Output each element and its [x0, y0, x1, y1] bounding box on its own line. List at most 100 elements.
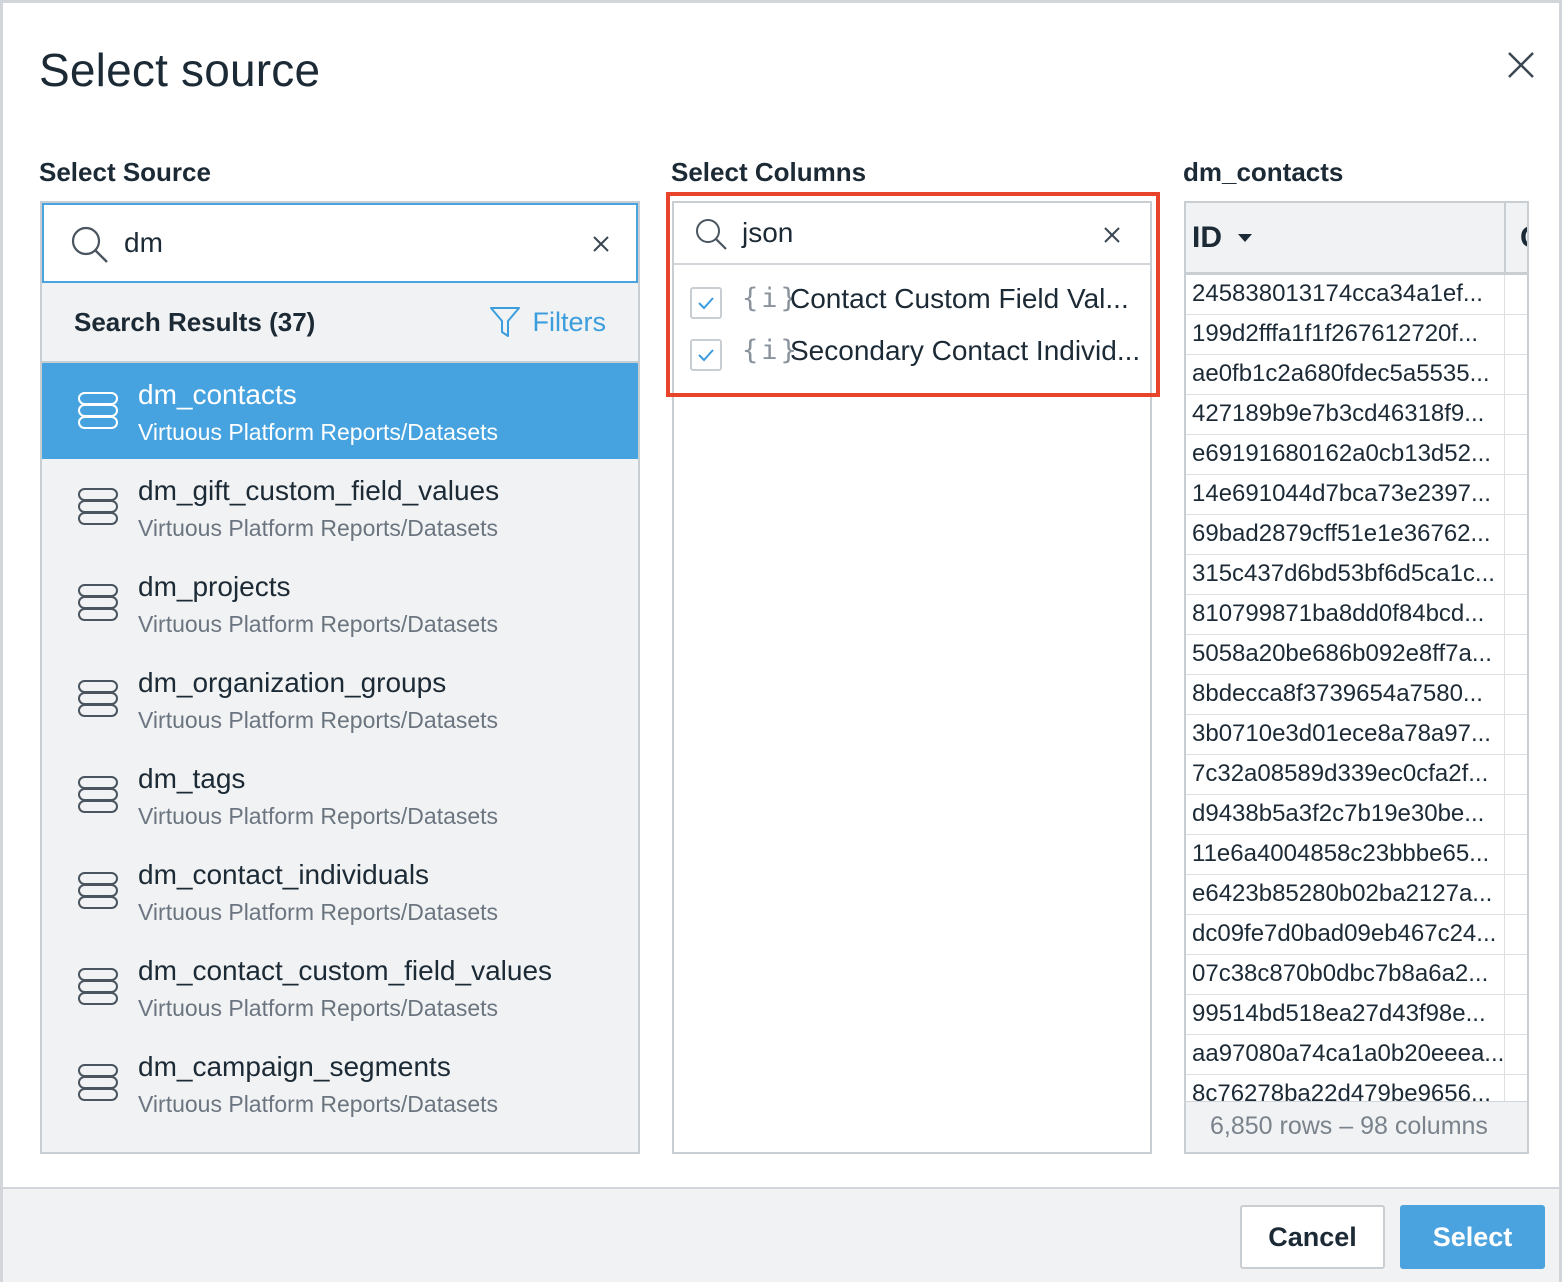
cell-divider — [1504, 555, 1505, 595]
id-cell: 69bad2879cff51e1e36762... — [1192, 520, 1491, 547]
preview-rows: 245838013174cca34a1ef... 199d2fffa1f1f267… — [1186, 275, 1527, 1101]
cell-divider — [1504, 395, 1505, 435]
column-checkbox[interactable] — [690, 287, 722, 319]
result-name: dm_contacts — [138, 379, 297, 410]
id-cell: d9438b5a3f2c7b19e30be... — [1192, 800, 1485, 827]
result-path: Virtuous Platform Reports/Datasets — [138, 419, 499, 445]
id-cell: 8c76278ba22d479be9656... — [1192, 1080, 1491, 1101]
cell-divider — [1504, 435, 1505, 475]
cancel-button[interactable]: Cancel — [1240, 1205, 1385, 1269]
dataset-icon — [78, 680, 118, 717]
row-column-count: 6,850 rows – 98 columns — [1210, 1112, 1488, 1140]
source-panel: dm Search Results (37) Filters dm_contac… — [40, 201, 640, 1154]
result-item[interactable]: dm_contact_individuals Virtuous Platform… — [42, 843, 638, 939]
column-item[interactable]: {i} Secondary Contact Individ... — [674, 325, 1150, 377]
dataset-icon — [78, 584, 118, 621]
cell-divider — [1504, 355, 1505, 395]
cell-divider — [1504, 915, 1505, 955]
result-item[interactable]: dm_gift_custom_field_values Virtuous Pla… — [42, 459, 638, 555]
close-icon[interactable] — [1499, 43, 1543, 87]
columns-search-value[interactable]: json — [742, 217, 793, 249]
filters-button[interactable]: Filters — [489, 305, 607, 339]
cell-divider — [1504, 835, 1505, 875]
column-checkbox[interactable] — [690, 339, 722, 371]
select-source-label: Select Source — [39, 157, 211, 187]
result-path: Virtuous Platform Reports/Datasets — [138, 515, 499, 541]
result-item[interactable]: dm_projects Virtuous Platform Reports/Da… — [42, 555, 638, 651]
dataset-icon — [78, 488, 118, 525]
table-row: 07c38c870b0dbc7b8a6a2... — [1186, 955, 1527, 995]
cell-divider — [1504, 1035, 1505, 1075]
source-search-input[interactable]: dm — [42, 203, 638, 283]
table-row: ae0fb1c2a680fdec5a5535... — [1186, 355, 1527, 395]
table-row: 11e6a4004858c23bbbe65... — [1186, 835, 1527, 875]
table-row: 8c76278ba22d479be9656... — [1186, 1075, 1527, 1101]
filters-label: Filters — [532, 306, 607, 337]
id-cell: 07c38c870b0dbc7b8a6a2... — [1192, 960, 1489, 987]
table-row: 810799871ba8dd0f84bcd... — [1186, 595, 1527, 635]
next-column-header[interactable]: C — [1520, 221, 1527, 255]
result-item[interactable]: dm_campaign_segments Virtuous Platform R… — [42, 1035, 638, 1131]
column-name: Contact Custom Field Val... — [790, 283, 1129, 314]
id-cell: 5058a20be686b092e8ff7a... — [1192, 640, 1492, 667]
id-column-header[interactable]: ID — [1192, 221, 1252, 255]
result-name: dm_gift_custom_field_values — [138, 475, 500, 506]
id-cell: 427189b9e7b3cd46318f9... — [1192, 400, 1485, 427]
result-path: Virtuous Platform Reports/Datasets — [138, 611, 499, 637]
results-count: Search Results (37) — [74, 307, 316, 337]
cell-divider — [1504, 995, 1505, 1035]
table-row: dc09fe7d0bad09eb467c24... — [1186, 915, 1527, 955]
cell-divider — [1504, 515, 1505, 555]
check-icon — [698, 349, 714, 362]
id-cell: 199d2fffa1f1f267612720f... — [1192, 320, 1479, 347]
result-item[interactable]: dm_tags Virtuous Platform Reports/Datase… — [42, 747, 638, 843]
table-row: 199d2fffa1f1f267612720f... — [1186, 315, 1527, 355]
result-item[interactable]: dm_organization_groups Virtuous Platform… — [42, 651, 638, 747]
result-path: Virtuous Platform Reports/Datasets — [138, 899, 499, 925]
id-cell: e6423b85280b02ba2127a... — [1192, 880, 1493, 907]
cell-divider — [1504, 635, 1505, 675]
cell-divider — [1504, 795, 1505, 835]
column-divider[interactable] — [1504, 203, 1506, 275]
select-button[interactable]: Select — [1400, 1205, 1545, 1269]
preview-dataset-label: dm_contacts — [1183, 157, 1344, 187]
table-row: 245838013174cca34a1ef... — [1186, 275, 1527, 315]
cell-divider — [1504, 955, 1505, 995]
preview-panel: ID C 245838013174cca34a1ef... 199d2fffa1f… — [1184, 201, 1529, 1154]
dataset-icon — [78, 776, 118, 813]
dialog-footer: Cancel Select — [3, 1187, 1559, 1282]
result-name: dm_campaign_segments — [138, 1051, 451, 1082]
columns-search-input[interactable]: json — [674, 203, 1150, 265]
check-icon — [698, 297, 714, 310]
id-cell: 99514bd518ea27d43f98e... — [1192, 1000, 1486, 1027]
dialog-title: Select source — [39, 44, 321, 96]
table-row: 14e691044d7bca73e2397... — [1186, 475, 1527, 515]
search-icon — [71, 226, 108, 263]
result-item[interactable]: dm_contact_custom_field_values Virtuous … — [42, 939, 638, 1035]
search-icon — [696, 219, 727, 250]
table-row: 5058a20be686b092e8ff7a... — [1186, 635, 1527, 675]
cell-divider — [1504, 755, 1505, 795]
result-path: Virtuous Platform Reports/Datasets — [138, 707, 499, 733]
caret-down-icon — [1238, 234, 1252, 242]
result-item[interactable]: dm_contacts Virtuous Platform Reports/Da… — [42, 363, 638, 459]
id-cell: e69191680162a0cb13d52... — [1192, 440, 1491, 467]
cell-divider — [1504, 675, 1505, 715]
id-cell: 245838013174cca34a1ef... — [1192, 280, 1483, 307]
clear-search-icon[interactable] — [590, 233, 612, 255]
table-row: aa97080a74ca1a0b20eeea... — [1186, 1035, 1527, 1075]
result-path: Virtuous Platform Reports/Datasets — [138, 1091, 499, 1117]
cell-divider — [1504, 1075, 1505, 1101]
table-row: 315c437d6bd53bf6d5ca1c... — [1186, 555, 1527, 595]
table-row: e6423b85280b02ba2127a... — [1186, 875, 1527, 915]
select-columns-label: Select Columns — [671, 157, 867, 187]
column-item[interactable]: {i} Contact Custom Field Val... — [674, 273, 1150, 325]
id-cell: 11e6a4004858c23bbbe65... — [1192, 840, 1490, 867]
source-search-value[interactable]: dm — [124, 227, 163, 259]
table-row: 69bad2879cff51e1e36762... — [1186, 515, 1527, 555]
clear-search-icon[interactable] — [1102, 225, 1122, 245]
table-row: e69191680162a0cb13d52... — [1186, 435, 1527, 475]
id-column-label: ID — [1192, 221, 1222, 254]
select-source-dialog: Select source Select Source Select Colum… — [0, 0, 1562, 1282]
table-row: 99514bd518ea27d43f98e... — [1186, 995, 1527, 1035]
